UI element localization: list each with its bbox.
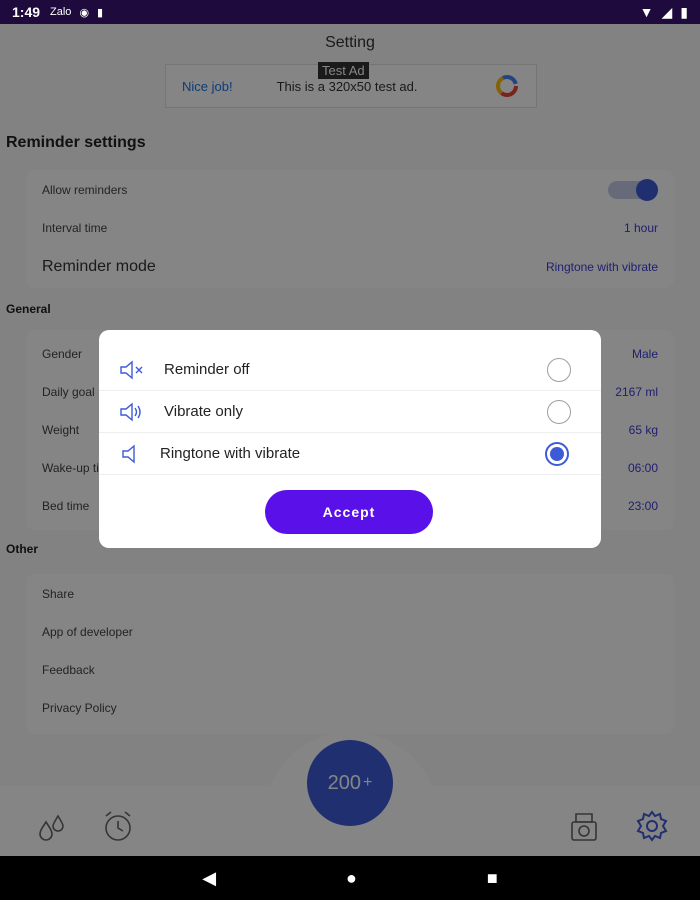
wifi-icon: ▼ (639, 4, 654, 20)
speaker-off-icon (120, 360, 143, 379)
zalo-notification-icon: Zalo (50, 6, 72, 18)
system-nav-bar: ◀ ● ■ (0, 856, 700, 900)
option-radio[interactable] (547, 357, 571, 382)
battery-icon: ▮ (680, 3, 688, 20)
recents-icon[interactable]: ■ (487, 868, 498, 889)
option-label: Vibrate only (164, 403, 243, 420)
accept-button[interactable]: Accept (265, 490, 433, 534)
status-time: 1:49 (12, 4, 41, 20)
option-label: Ringtone with vibrate (160, 445, 301, 462)
option-ringtone-with-vibrate[interactable]: Ringtone with vibrate (99, 433, 601, 475)
option-vibrate-only[interactable]: Vibrate only (99, 391, 601, 433)
app-notification-icon: ◉ (79, 6, 90, 19)
option-reminder-off[interactable]: Reminder off (99, 349, 601, 391)
status-bar: 1:49 Zalo ◉ ▮ ▼ ◢ ▮ (0, 0, 700, 24)
option-label: Reminder off (164, 361, 250, 378)
back-icon[interactable]: ◀ (202, 868, 216, 889)
speaker-icon (122, 444, 135, 463)
status-right: ▼ ◢ ▮ (640, 4, 688, 21)
vibrate-icon (120, 402, 141, 421)
signal-icon: ◢ (661, 3, 673, 20)
option-radio[interactable] (547, 399, 571, 424)
home-icon[interactable]: ● (346, 868, 357, 889)
sd-card-icon: ▮ (97, 6, 104, 19)
reminder-mode-dialog: Reminder off Vibrate only Ringtone with … (99, 330, 601, 548)
option-radio-selected[interactable] (545, 441, 569, 466)
